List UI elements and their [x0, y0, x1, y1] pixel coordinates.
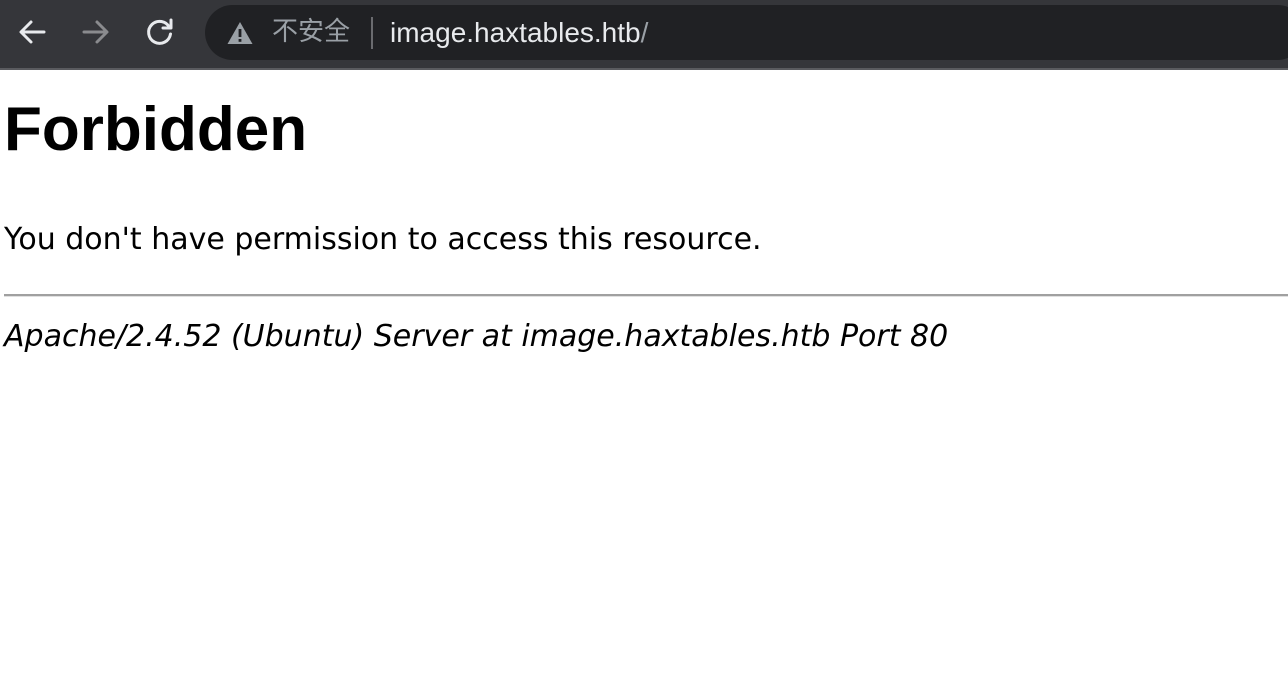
error-message: You don't have permission to access this… [4, 222, 762, 257]
back-button[interactable] [10, 10, 54, 54]
page-content: Forbidden You don't have permission to a… [0, 72, 1288, 684]
address-bar[interactable]: 不安全 image.haxtables.htb/ [205, 5, 1288, 60]
url-path: / [640, 17, 649, 48]
reload-button[interactable] [138, 10, 182, 54]
page-title: Forbidden [4, 95, 308, 164]
forward-button[interactable] [74, 10, 118, 54]
url-text[interactable]: image.haxtables.htb/ [390, 17, 648, 49]
arrow-right-icon [82, 20, 109, 44]
arrow-left-icon [19, 20, 46, 44]
server-signature: Apache/2.4.52 (Ubuntu) Server at image.h… [4, 319, 949, 354]
url-host: image.haxtables.htb [390, 17, 641, 48]
omnibox-divider [371, 17, 373, 49]
reload-icon [147, 18, 173, 45]
divider [4, 294, 1288, 297]
warning-triangle-icon[interactable] [226, 20, 254, 46]
browser-toolbar: 不安全 image.haxtables.htb/ [0, 0, 1288, 70]
security-status-label[interactable]: 不安全 [272, 17, 350, 47]
